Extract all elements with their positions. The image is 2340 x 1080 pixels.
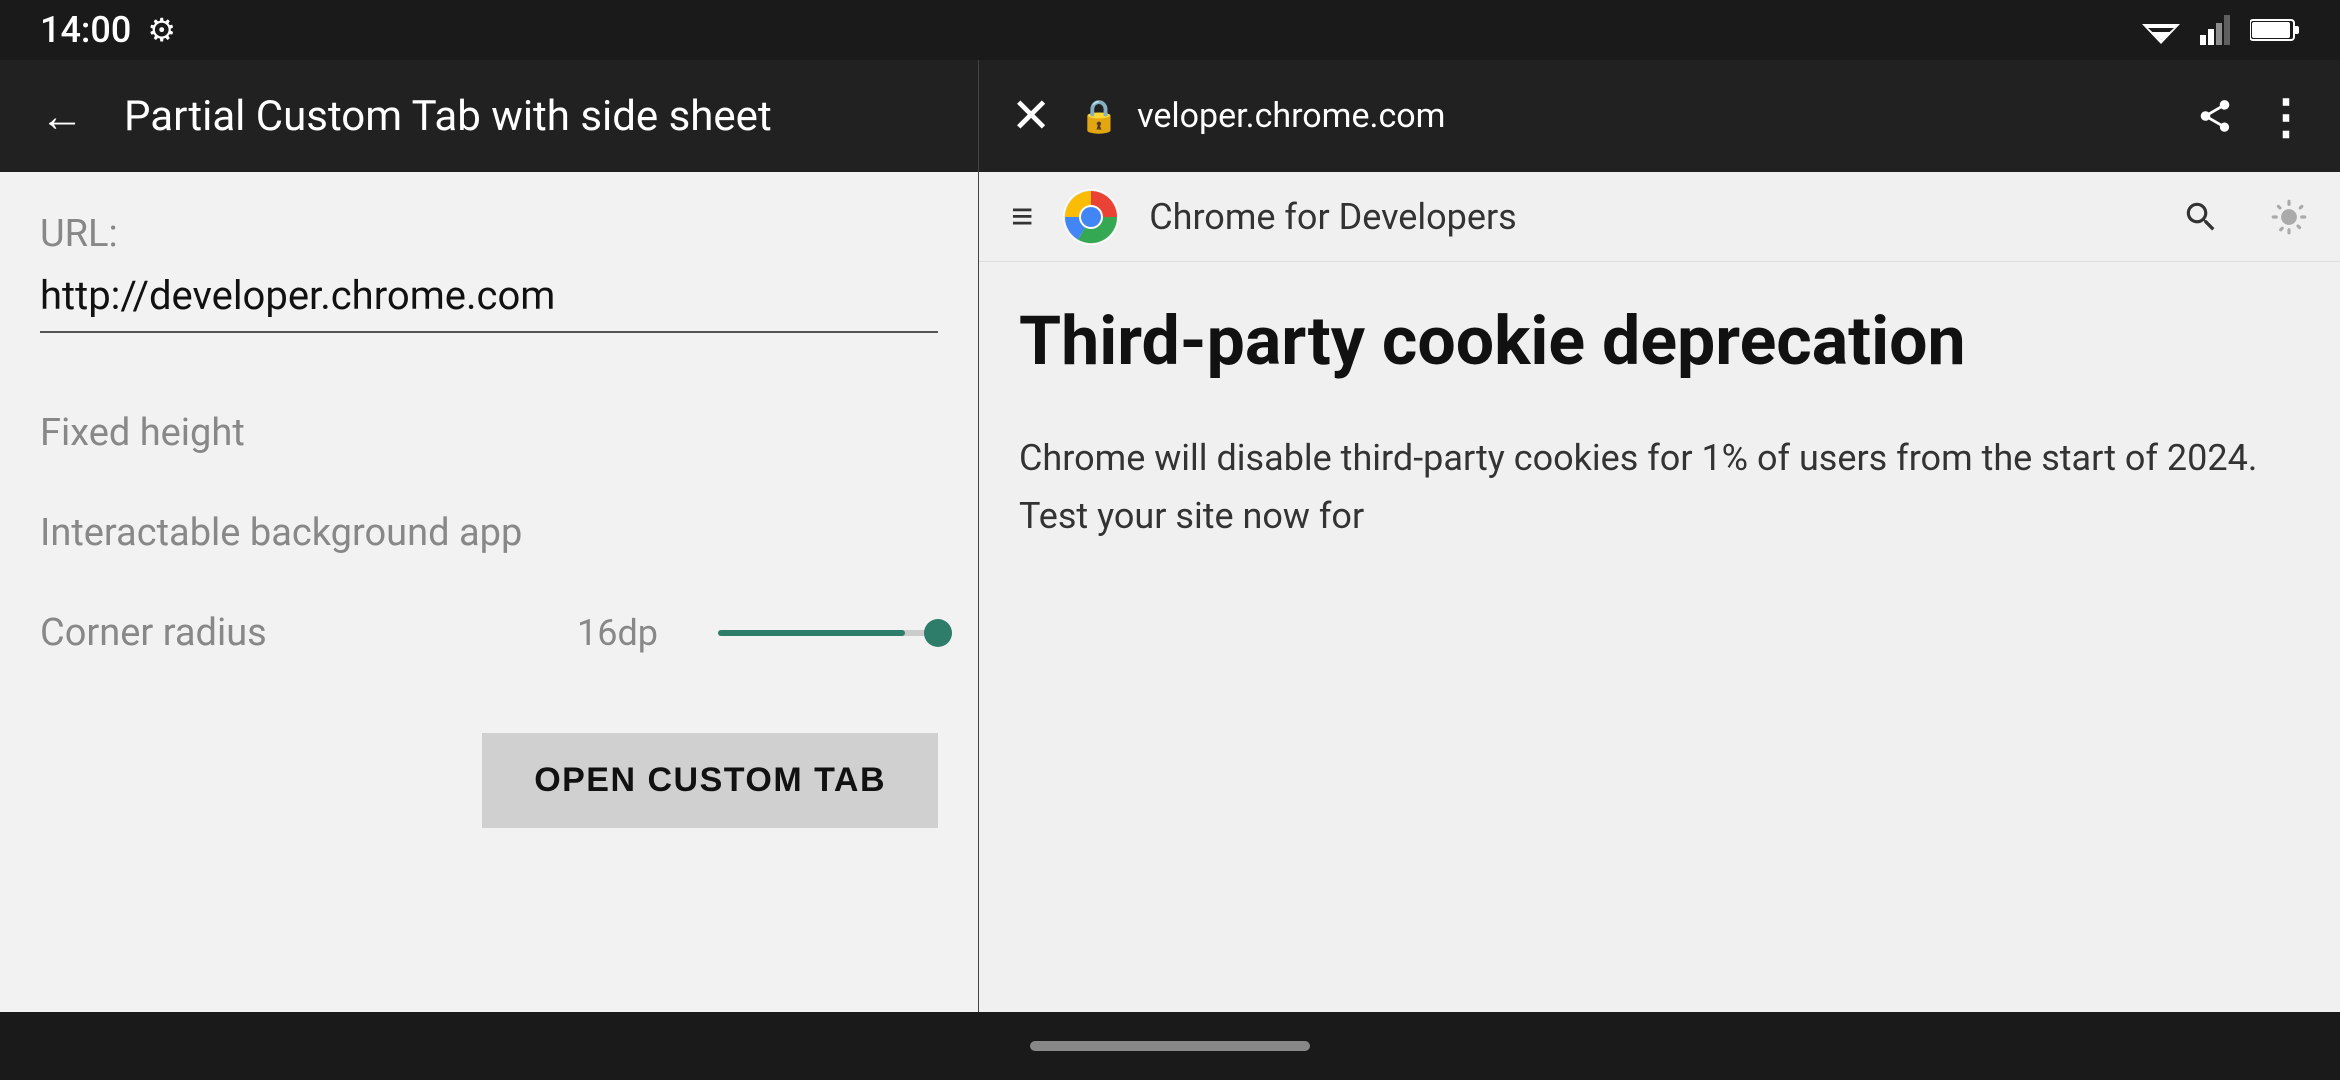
main-content: ← Partial Custom Tab with side sheet URL… bbox=[0, 60, 2340, 1012]
home-indicator bbox=[1030, 1041, 1310, 1051]
status-bar-left: 14:00 ⚙ bbox=[40, 9, 176, 51]
open-custom-tab-button[interactable]: OPEN CUSTOM TAB bbox=[482, 733, 938, 828]
fixed-height-option[interactable]: Fixed height bbox=[40, 383, 938, 483]
status-bar: 14:00 ⚙ bbox=[0, 0, 2340, 60]
article-content: Third-party cookie deprecation Chrome wi… bbox=[979, 262, 2340, 585]
right-panel: ✕ 🔒 veloper.chrome.com ⋮ ≡ bbox=[978, 60, 2340, 1012]
url-value: http://developer.chrome.com bbox=[40, 272, 555, 319]
chrome-menu-button[interactable]: ⋮ bbox=[2262, 88, 2308, 145]
chrome-toolbar: ✕ 🔒 veloper.chrome.com ⋮ bbox=[979, 60, 2340, 172]
url-section: URL: http://developer.chrome.com bbox=[40, 212, 938, 333]
corner-radius-value: 16dp bbox=[577, 612, 658, 654]
app-toolbar: ← Partial Custom Tab with side sheet bbox=[0, 60, 978, 172]
share-icon[interactable] bbox=[2196, 97, 2234, 135]
article-body: Chrome will disable third-party cookies … bbox=[1019, 430, 2300, 545]
chrome-address-bar[interactable]: 🔒 veloper.chrome.com bbox=[1079, 96, 2168, 136]
search-icon[interactable] bbox=[2182, 198, 2220, 236]
chrome-content: ≡ bbox=[979, 172, 2340, 1012]
battery-icon bbox=[2250, 16, 2300, 44]
gear-icon: ⚙ bbox=[147, 11, 176, 49]
address-text: veloper.chrome.com bbox=[1137, 96, 1445, 136]
back-button[interactable]: ← bbox=[40, 90, 84, 142]
corner-radius-row: Corner radius 16dp bbox=[40, 583, 938, 683]
hamburger-icon[interactable]: ≡ bbox=[1011, 195, 1033, 239]
bottom-bar bbox=[0, 1012, 2340, 1080]
button-area: OPEN CUSTOM TAB bbox=[40, 733, 938, 828]
chrome-close-button[interactable]: ✕ bbox=[1011, 92, 1051, 140]
site-title: Chrome for Developers bbox=[1149, 196, 2152, 238]
status-bar-right bbox=[2142, 15, 2300, 45]
site-header: ≡ bbox=[979, 172, 2340, 262]
chrome-logo bbox=[1063, 189, 1119, 245]
signal-icon bbox=[2200, 15, 2230, 45]
wifi-icon bbox=[2142, 16, 2180, 44]
app-title: Partial Custom Tab with side sheet bbox=[124, 92, 772, 141]
app-body: URL: http://developer.chrome.com Fixed h… bbox=[0, 172, 978, 1012]
status-time: 14:00 bbox=[40, 9, 131, 51]
lock-icon: 🔒 bbox=[1079, 97, 1119, 135]
brightness-icon[interactable] bbox=[2270, 198, 2308, 236]
interactable-bg-option[interactable]: Interactable background app bbox=[40, 483, 938, 583]
url-input-container[interactable]: http://developer.chrome.com bbox=[40, 272, 938, 333]
slider-fill bbox=[718, 630, 905, 636]
left-panel: ← Partial Custom Tab with side sheet URL… bbox=[0, 60, 978, 1012]
corner-radius-slider[interactable] bbox=[718, 630, 938, 636]
corner-radius-label: Corner radius bbox=[40, 611, 267, 655]
article-title: Third-party cookie deprecation bbox=[1019, 302, 2300, 380]
url-label: URL: bbox=[40, 212, 938, 256]
slider-thumb bbox=[924, 619, 952, 647]
